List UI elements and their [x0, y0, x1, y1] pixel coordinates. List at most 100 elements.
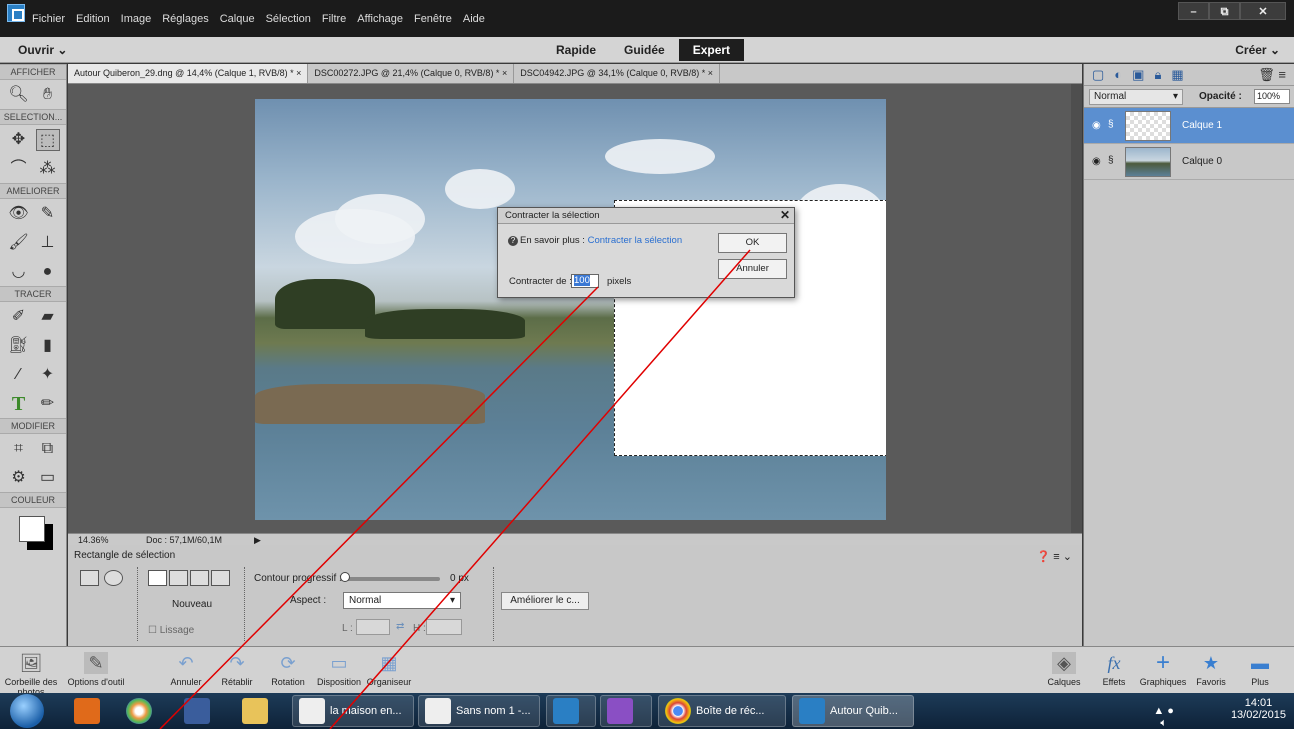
- straighten-icon[interactable]: ▭: [36, 467, 60, 489]
- clone-stamp-icon[interactable]: ⊥: [36, 232, 60, 254]
- document-image[interactable]: [255, 99, 886, 520]
- restore-button[interactable]: ⧉: [1209, 2, 1240, 20]
- taskbar-explorer-icon[interactable]: [236, 695, 273, 727]
- hand-icon[interactable]: ✋︎: [36, 84, 60, 106]
- pencil-icon[interactable]: ✏︎: [36, 393, 60, 415]
- red-eye-icon[interactable]: 👁︎: [7, 203, 31, 225]
- text-icon[interactable]: T: [7, 393, 31, 415]
- gradient-icon[interactable]: ▮: [36, 335, 60, 357]
- brush-icon[interactable]: ✐: [7, 306, 31, 328]
- redo-button[interactable]: ↷ Rétablir: [217, 647, 257, 694]
- link-icon[interactable]: §: [1108, 119, 1114, 130]
- lissage-checkbox[interactable]: ☐ Lissage: [148, 625, 194, 636]
- tab-expert[interactable]: Expert: [678, 39, 745, 61]
- photoshop-elements-app-icon[interactable]: [7, 4, 25, 22]
- opacity-field[interactable]: 100%: [1254, 89, 1290, 104]
- blur-icon[interactable]: ◡: [7, 261, 31, 283]
- clock-time[interactable]: 14:01: [1231, 697, 1286, 709]
- feather-slider-knob[interactable]: [340, 572, 350, 582]
- cancel-button[interactable]: Annuler: [718, 259, 787, 279]
- link-icon[interactable]: §: [1108, 155, 1114, 166]
- taskbar-item-chrome[interactable]: Boîte de réc...: [658, 695, 786, 727]
- height-input[interactable]: [426, 619, 462, 635]
- custom-shape-icon[interactable]: ✦: [36, 364, 60, 386]
- lock-icon[interactable]: 🔒︎: [1154, 67, 1161, 83]
- start-button[interactable]: [10, 694, 44, 728]
- visibility-eye-icon[interactable]: ◉: [1092, 156, 1101, 167]
- sponge-icon[interactable]: ●: [36, 261, 60, 283]
- graphics-button[interactable]: + Graphiques: [1136, 647, 1190, 694]
- favorites-button[interactable]: ★ Favoris: [1192, 647, 1230, 694]
- adjustment-layer-icon[interactable]: ◐: [1114, 67, 1122, 82]
- menu-reglages[interactable]: Réglages: [162, 13, 208, 25]
- contract-amount-input[interactable]: 100: [571, 274, 599, 288]
- zoom-icon[interactable]: 🔍︎: [7, 84, 31, 106]
- smart-brush-icon[interactable]: 🖌︎: [7, 232, 31, 254]
- layers-button[interactable]: ◈ Calques: [1044, 647, 1084, 694]
- layout-button[interactable]: ▭ Disposition: [311, 647, 367, 694]
- menu-selection[interactable]: Sélection: [266, 13, 311, 25]
- more-button[interactable]: ▬ Plus: [1244, 647, 1276, 694]
- vertical-scrollbar[interactable]: [1071, 84, 1082, 533]
- visibility-eye-icon[interactable]: ◉: [1092, 120, 1101, 131]
- add-selection-icon[interactable]: [169, 570, 188, 586]
- tray-icons[interactable]: ▲ ● 🔈︎ ▂▄▆: [1151, 705, 1176, 729]
- aspect-dropdown[interactable]: Normal ▾: [343, 592, 461, 609]
- organizer-button[interactable]: ▦ Organiseur: [366, 647, 412, 694]
- taskbar-item-sans-nom[interactable]: Sans nom 1 -...: [418, 695, 540, 727]
- magic-wand-icon[interactable]: ⁂: [36, 158, 60, 180]
- taskbar-premiere-icon[interactable]: [600, 695, 652, 727]
- taskbar-media-icon[interactable]: [68, 695, 105, 727]
- crop-icon[interactable]: ⌗: [7, 438, 31, 460]
- menu-affichage[interactable]: Affichage: [357, 13, 403, 25]
- undo-button[interactable]: ↶ Annuler: [166, 647, 206, 694]
- ellipse-marquee-option-icon[interactable]: [104, 570, 123, 586]
- new-layer-icon[interactable]: ▢: [1092, 67, 1104, 83]
- blend-mode-dropdown[interactable]: Normal ▾: [1089, 89, 1183, 105]
- ok-button[interactable]: OK: [718, 233, 787, 253]
- layer-calque-1[interactable]: ◉ § Calque 1: [1084, 108, 1294, 144]
- effects-button[interactable]: fx Effets: [1097, 647, 1131, 694]
- tool-options-button[interactable]: ✎ Options d'outil: [66, 647, 126, 694]
- tab-rapide[interactable]: Rapide: [542, 39, 610, 61]
- menu-image[interactable]: Image: [121, 13, 152, 25]
- mask-icon[interactable]: ▣: [1132, 67, 1144, 83]
- taskbar-item-maison[interactable]: la maison en...: [292, 695, 414, 727]
- menu-filtre[interactable]: Filtre: [322, 13, 346, 25]
- taskbar-item-autour[interactable]: Autour Quib...: [792, 695, 914, 727]
- rectangle-marquee-icon[interactable]: ⬚: [35, 128, 60, 151]
- foreground-color-swatch[interactable]: [19, 516, 45, 542]
- menu-edition[interactable]: Edition: [76, 13, 110, 25]
- eraser-icon[interactable]: ▰: [36, 306, 60, 328]
- feather-slider[interactable]: [340, 577, 440, 581]
- trash-icon[interactable]: 🗑︎ ≡: [1258, 67, 1286, 83]
- refine-edge-button[interactable]: Améliorer le c...: [501, 592, 589, 610]
- rect-marquee-option-icon[interactable]: [80, 570, 99, 586]
- subtract-selection-icon[interactable]: [190, 570, 209, 586]
- dialog-close-icon[interactable]: ✕: [780, 208, 790, 222]
- spot-healing-icon[interactable]: ✎: [36, 203, 60, 225]
- recompose-icon[interactable]: ⧉: [36, 438, 60, 460]
- move-icon[interactable]: ✥: [7, 129, 31, 151]
- menu-fenetre[interactable]: Fenêtre: [414, 13, 452, 25]
- minimize-button[interactable]: –: [1178, 2, 1209, 20]
- taskbar-pse-icon[interactable]: [546, 695, 596, 727]
- taskbar-book-icon[interactable]: [178, 695, 215, 727]
- create-button[interactable]: Créer ⌄: [1235, 43, 1280, 57]
- swap-icon[interactable]: ⇄: [396, 621, 404, 632]
- new-selection-icon[interactable]: [148, 570, 167, 586]
- doc-tab-dsc00272[interactable]: DSC00272.JPG @ 21,4% (Calque 0, RVB/8) *…: [308, 64, 515, 83]
- intersect-selection-icon[interactable]: [211, 570, 230, 586]
- lock-transparency-icon[interactable]: ▦: [1171, 67, 1183, 83]
- zoom-level[interactable]: 14.36%: [78, 535, 109, 545]
- clock-date[interactable]: 13/02/2015: [1231, 709, 1286, 721]
- open-button[interactable]: Ouvrir ⌄: [18, 43, 67, 57]
- paint-bucket-icon[interactable]: ⛽︎: [7, 335, 31, 357]
- close-button[interactable]: ✕: [1240, 2, 1286, 20]
- doc-tab-dsc04942[interactable]: DSC04942.JPG @ 34,1% (Calque 0, RVB/8) *…: [514, 64, 721, 83]
- taskbar-picasa-icon[interactable]: [120, 695, 157, 727]
- content-move-icon[interactable]: ⚙︎: [7, 467, 31, 489]
- eyedropper-icon[interactable]: ⁄: [7, 364, 31, 386]
- doc-tab-autour-quiberon[interactable]: Autour Quiberon_29.dng @ 14,4% (Calque 1…: [68, 64, 309, 83]
- options-help-icon[interactable]: ❓ ≡ ⌄: [1037, 550, 1072, 563]
